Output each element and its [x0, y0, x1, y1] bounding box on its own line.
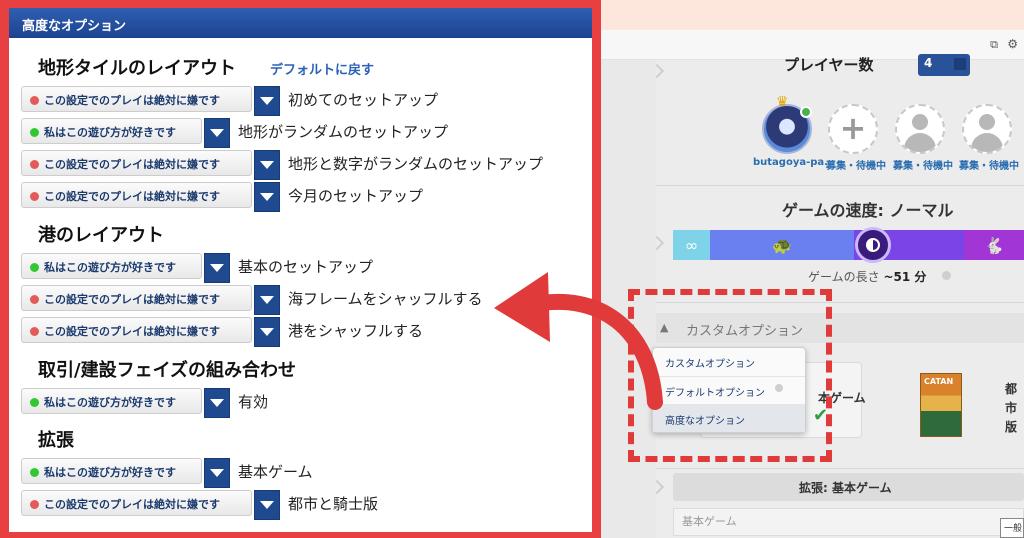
game-speed-slider[interactable]: ∞ 🐢 🐇	[673, 230, 1024, 260]
preference-select[interactable]: この設定でのプレイは絶対に嫌です	[21, 150, 252, 176]
empty-player-slot[interactable]	[895, 104, 945, 154]
cities-knights-card-label: 都市 版	[1005, 382, 1018, 434]
option-label: 基本ゲーム	[238, 463, 313, 481]
person-icon	[979, 114, 995, 130]
chevron-down-icon[interactable]	[204, 458, 230, 488]
info-icon[interactable]	[942, 271, 951, 280]
catan-box-label: CATAN	[924, 377, 954, 386]
section-title-expansion: 拡張	[38, 430, 74, 451]
players-label: プレイヤー数	[784, 56, 874, 74]
chevron-down-icon[interactable]	[204, 118, 230, 148]
chevron-down-icon	[954, 58, 966, 70]
general-tab[interactable]: 一般	[1000, 518, 1024, 538]
dislike-dot-icon	[30, 96, 39, 105]
rabbit-icon[interactable]: 🐇	[964, 230, 1024, 260]
preference-select[interactable]: この設定でのプレイは絶対に嫌です	[21, 182, 252, 208]
online-status-icon	[800, 106, 812, 118]
players-count-value: 4	[924, 56, 933, 70]
player-name: 募集・待機中	[893, 161, 953, 172]
game-speed-title: ゲームの速度: ノーマル	[782, 201, 954, 220]
chevron-down-icon[interactable]	[254, 285, 280, 315]
speed-slider-handle[interactable]	[855, 227, 891, 263]
option-label: 基本のセットアップ	[238, 258, 374, 276]
dislike-dot-icon	[30, 500, 39, 509]
divider	[656, 185, 1024, 186]
option-label: 有効	[238, 393, 269, 411]
option-label: 地形と数字がランダムのセットアップ	[288, 155, 544, 173]
like-dot-icon	[30, 263, 39, 272]
half-circle-icon	[866, 238, 880, 252]
chevron-down-icon[interactable]	[254, 490, 280, 520]
game-length-value: ~51 分	[883, 270, 927, 284]
preference-select[interactable]: 私はこの遊び方が好きです	[21, 458, 202, 484]
divider	[656, 468, 1024, 469]
dislike-dot-icon	[30, 160, 39, 169]
section-title-terrain: 地形タイルのレイアウト	[38, 58, 236, 79]
preference-select[interactable]: 私はこの遊び方が好きです	[21, 253, 202, 279]
empty-player-slot[interactable]	[962, 104, 1012, 154]
option-label: 港をシャッフルする	[288, 322, 424, 340]
option-label: 初めてのセットアップ	[288, 91, 439, 109]
preference-select[interactable]: 私はこの遊び方が好きです	[21, 118, 202, 144]
chevron-down-icon[interactable]	[254, 182, 280, 212]
like-dot-icon	[30, 468, 39, 477]
players-count-select[interactable]: 4	[918, 54, 970, 76]
player-name: 募集・待機中	[959, 161, 1019, 172]
preference-select[interactable]: この設定でのプレイは絶対に嫌です	[21, 285, 252, 311]
dislike-dot-icon	[30, 192, 39, 201]
chat-icon[interactable]: ⧉	[990, 38, 998, 52]
section-title-trade-build: 取引/建設フェイズの組み合わせ	[38, 360, 297, 381]
option-label: 地形がランダムのセットアップ	[238, 123, 449, 141]
expansion-field[interactable]: 基本ゲーム	[673, 508, 1024, 536]
dropdown-highlight-frame	[628, 289, 832, 462]
expansion-header[interactable]: 拡張: 基本ゲーム	[673, 473, 1024, 501]
option-label: 都市と騎士版	[288, 495, 379, 513]
dislike-dot-icon	[30, 295, 39, 304]
player-name: butagoya-pa...	[753, 157, 836, 168]
turtle-icon[interactable]: 🐢	[710, 230, 854, 260]
crown-icon: ♛	[776, 94, 789, 110]
add-player-button[interactable]: +	[828, 104, 878, 154]
chevron-down-icon[interactable]	[204, 253, 230, 283]
chevron-down-icon[interactable]	[254, 317, 280, 347]
like-dot-icon	[30, 128, 39, 137]
chevron-down-icon[interactable]	[254, 86, 280, 116]
advanced-options-title: 高度なオプション	[9, 8, 592, 38]
preference-select[interactable]: 私はこの遊び方が好きです	[21, 388, 202, 414]
like-dot-icon	[30, 398, 39, 407]
person-icon	[912, 114, 928, 130]
preference-select[interactable]: この設定でのプレイは絶対に嫌です	[21, 490, 252, 516]
option-label: 今月のセットアップ	[288, 187, 424, 205]
player-name: 募集・待機中	[826, 161, 886, 172]
preference-select[interactable]: この設定でのプレイは絶対に嫌です	[21, 317, 252, 343]
section-title-harbor: 港のレイアウト	[38, 225, 164, 246]
game-length: ゲームの長さ ~51 分	[808, 268, 926, 285]
chevron-down-icon[interactable]	[254, 150, 280, 180]
infinity-icon[interactable]: ∞	[673, 230, 710, 260]
preference-select[interactable]: この設定でのプレイは絶対に嫌です	[21, 86, 252, 112]
dislike-dot-icon	[30, 327, 39, 336]
settings-icon[interactable]: ⚙	[1007, 37, 1018, 51]
option-label: 海フレームをシャッフルする	[288, 290, 483, 308]
reset-defaults-link[interactable]: デフォルトに戻す	[270, 59, 374, 78]
game-length-label: ゲームの長さ	[808, 270, 880, 284]
chevron-down-icon[interactable]	[204, 388, 230, 418]
